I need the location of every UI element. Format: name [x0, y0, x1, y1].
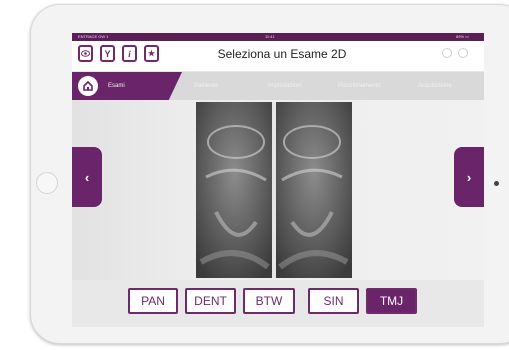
tab-tmj[interactable]: TMJ	[366, 288, 417, 314]
workflow-nav: Esami Paziente Impostazioni Posizionamen…	[72, 72, 484, 100]
status-carrier: ENTRACE GW 1	[78, 34, 109, 39]
status-battery: 89% ▭	[456, 34, 469, 39]
nav-step-acquisition[interactable]: Acquisizione	[418, 72, 452, 100]
status-time: 11:41	[265, 34, 275, 39]
star-icon: ★	[147, 49, 156, 58]
exam-type-bar: PAN DENT BTW SIN TMJ	[72, 280, 484, 327]
nav-step-exams-label: Esami	[108, 83, 125, 89]
tab-sin[interactable]: SIN	[308, 288, 359, 314]
tablet-camera	[494, 181, 499, 186]
page-title: Seleziona un Esame 2D	[217, 47, 347, 61]
favorite-button[interactable]: ★	[144, 45, 159, 62]
next-exam-button[interactable]: ›	[454, 147, 484, 207]
power-icon[interactable]	[458, 48, 468, 58]
info-button[interactable]: i	[122, 45, 137, 62]
nav-step-exams[interactable]: Esami	[72, 72, 182, 100]
info-icon: i	[128, 48, 131, 59]
filter-icon: Y	[104, 48, 111, 59]
chevron-right-icon: ›	[466, 169, 472, 185]
app-screen: ENTRACE GW 1 11:41 89% ▭ Y i ★ Seleziona…	[72, 33, 484, 327]
tab-dent[interactable]: DENT	[185, 288, 236, 314]
title-bar: Y i ★ Seleziona un Esame 2D	[72, 41, 484, 72]
chevron-left-icon: ‹	[84, 169, 90, 185]
exam-preview-area: ‹ ›	[72, 100, 484, 280]
view-button[interactable]	[78, 45, 93, 62]
tab-btw[interactable]: BTW	[243, 288, 295, 314]
nav-step-patient[interactable]: Paziente	[194, 72, 217, 100]
tablet-home-button[interactable]	[36, 172, 58, 194]
filter-button[interactable]: Y	[100, 45, 115, 62]
previous-exam-button[interactable]: ‹	[72, 147, 102, 207]
tmj-xray-preview	[196, 102, 352, 278]
nav-step-positioning[interactable]: Posizionamento	[338, 72, 381, 100]
nav-step-settings[interactable]: Impostazioni	[268, 72, 302, 100]
eye-icon	[81, 50, 90, 57]
tab-pan[interactable]: PAN	[128, 288, 178, 314]
home-icon[interactable]	[78, 76, 98, 96]
settings-icon[interactable]	[442, 48, 452, 58]
status-bar: ENTRACE GW 1 11:41 89% ▭	[72, 33, 484, 41]
